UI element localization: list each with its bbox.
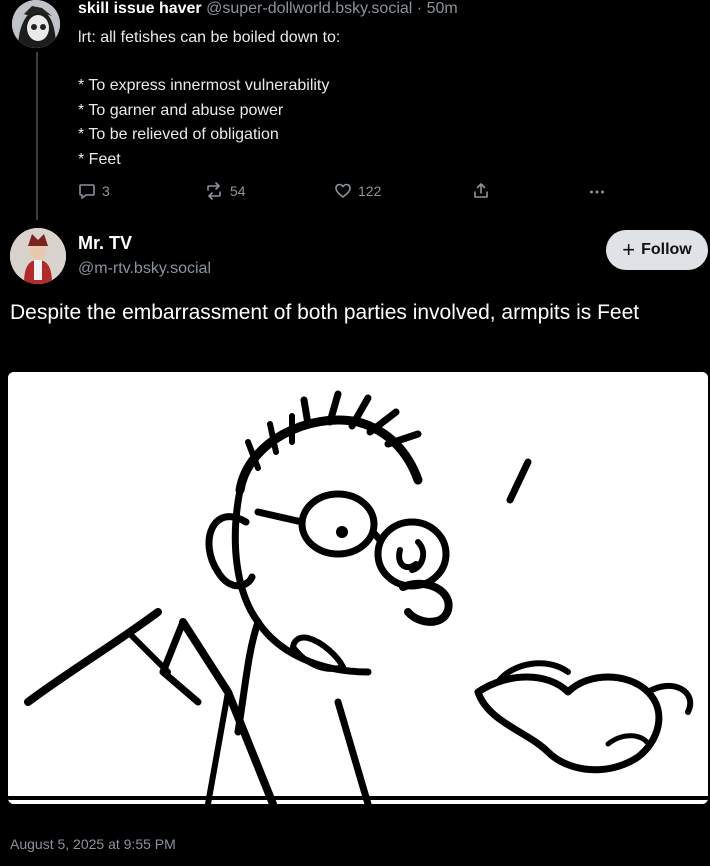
reply-count: 3 <box>102 183 110 199</box>
author-handle[interactable]: @super-dollworld.bsky.social <box>206 0 412 17</box>
avatar-image <box>10 228 66 284</box>
reply-button[interactable]: 3 <box>78 182 110 200</box>
post-image[interactable] <box>8 372 708 804</box>
like-count: 122 <box>358 183 382 199</box>
list-item: * Feet <box>78 150 121 168</box>
plus-icon: + <box>622 237 636 262</box>
author-name[interactable]: Mr. TV <box>78 233 132 254</box>
post-bullet-list: * To express innermost vulnerability * T… <box>78 74 329 172</box>
separator: · <box>416 0 423 17</box>
heart-icon <box>335 183 351 198</box>
thread-line <box>36 52 38 220</box>
share-button[interactable] <box>472 182 490 200</box>
repost-count: 54 <box>230 183 246 199</box>
avatar[interactable] <box>12 0 60 48</box>
author-handle[interactable]: @m-rtv.bsky.social <box>78 260 211 278</box>
share-icon <box>474 183 488 198</box>
avatar[interactable] <box>10 228 66 284</box>
post-timestamp: August 5, 2025 at 9:55 PM <box>10 836 176 852</box>
more-icon <box>590 190 604 194</box>
post-body-intro: lrt: all fetishes can be boiled down to: <box>78 29 341 46</box>
post-header: skill issue haver @super-dollworld.bsky.… <box>78 0 458 18</box>
more-button[interactable] <box>588 182 606 200</box>
post-time[interactable]: 50m <box>427 0 458 17</box>
post-actions: 3 54 122 <box>78 182 618 204</box>
speech-bubble-icon <box>79 184 95 199</box>
post-body: Despite the embarrassment of both partie… <box>10 301 640 324</box>
author-name[interactable]: skill issue haver <box>78 0 202 17</box>
repost-button[interactable]: 54 <box>204 182 246 200</box>
follow-button[interactable]: + Follow <box>606 230 708 270</box>
avatar-image <box>12 0 60 48</box>
list-item: * To express innermost vulnerability <box>78 77 330 94</box>
like-button[interactable]: 122 <box>334 182 381 200</box>
list-item: * To garner and abuse power <box>78 101 284 119</box>
comic-illustration <box>8 372 708 804</box>
list-item: * To be relieved of obligation <box>78 126 279 143</box>
repost-icon <box>207 182 221 200</box>
follow-label: Follow <box>641 241 692 258</box>
